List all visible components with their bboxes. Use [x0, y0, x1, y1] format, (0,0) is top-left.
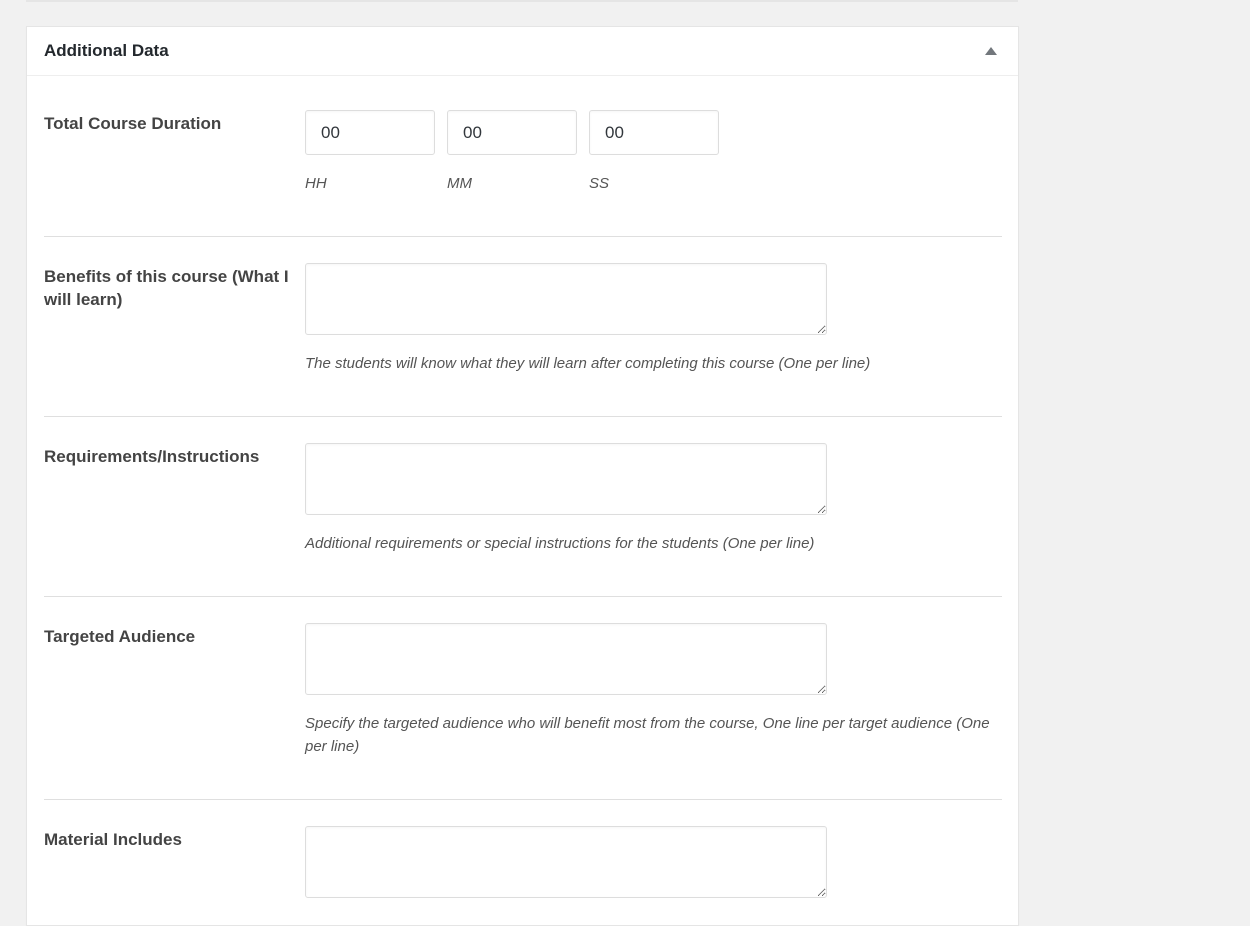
metabox-title: Additional Data: [44, 41, 169, 60]
duration-label: Total Course Duration: [44, 114, 222, 133]
materials-textarea[interactable]: [305, 826, 827, 898]
benefits-description: The students will know what they will le…: [305, 355, 871, 372]
materials-row: Material Includes: [44, 800, 1002, 910]
minutes-input[interactable]: [447, 110, 577, 155]
hours-unit-label: HH: [305, 175, 327, 192]
metabox-header[interactable]: Additional Data: [27, 27, 1018, 76]
benefits-label: Benefits of this course (What I will lea…: [44, 267, 289, 309]
requirements-textarea[interactable]: [305, 443, 827, 515]
additional-data-metabox: Additional Data Total Course Duration HH…: [26, 26, 1019, 926]
triangle-up-icon: [985, 47, 997, 55]
minutes-unit-label: MM: [447, 175, 472, 192]
previous-metabox-edge: [26, 0, 1018, 2]
requirements-row: Requirements/Instructions Additional req…: [44, 417, 1002, 597]
hours-input[interactable]: [305, 110, 435, 155]
requirements-label: Requirements/Instructions: [44, 447, 260, 466]
seconds-unit-label: SS: [589, 175, 610, 192]
benefits-textarea[interactable]: [305, 263, 827, 335]
benefits-row: Benefits of this course (What I will lea…: [44, 237, 1002, 417]
requirements-description: Additional requirements or special instr…: [305, 535, 815, 552]
duration-row: Total Course Duration HH MM SS: [44, 101, 1002, 237]
materials-label: Material Includes: [44, 830, 182, 849]
seconds-input[interactable]: [589, 110, 719, 155]
audience-description: Specify the targeted audience who will b…: [305, 715, 990, 755]
audience-textarea[interactable]: [305, 623, 827, 695]
collapse-toggle-button[interactable]: [981, 41, 1001, 61]
audience-row: Targeted Audience Specify the targeted a…: [44, 597, 1002, 800]
audience-label: Targeted Audience: [44, 627, 196, 646]
